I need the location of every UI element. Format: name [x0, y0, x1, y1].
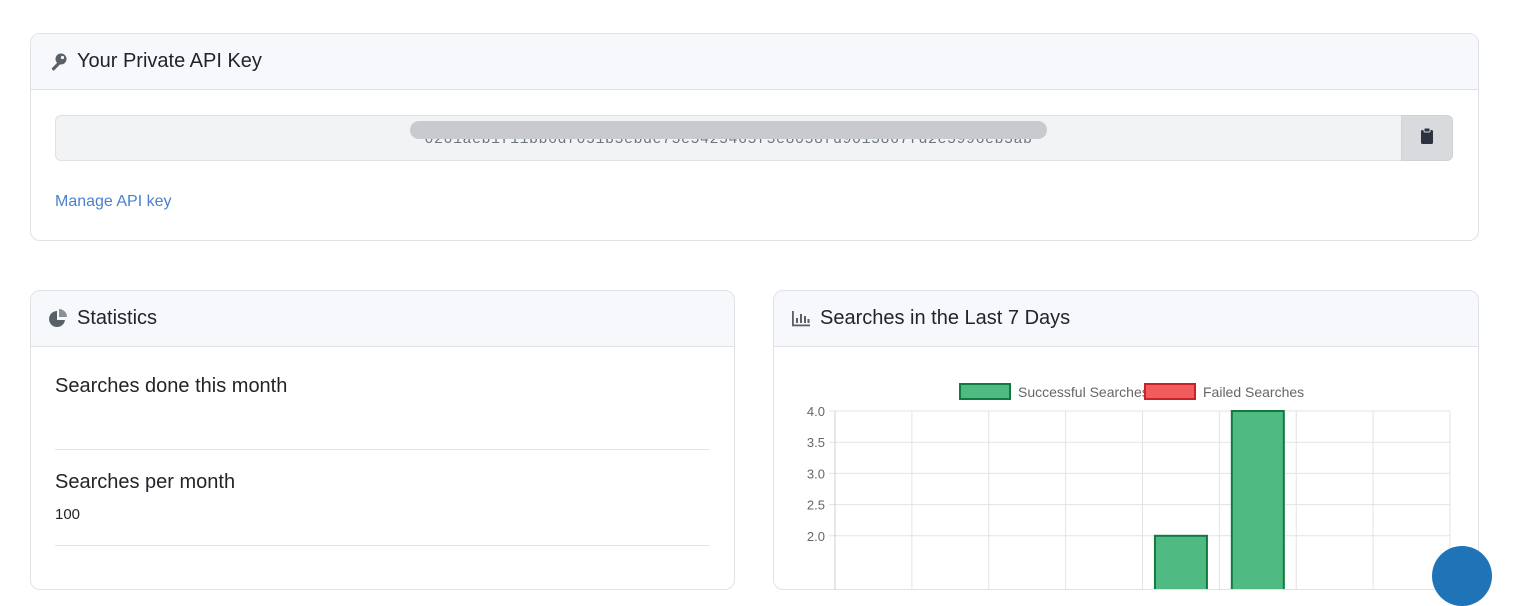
legend-swatch: [1144, 383, 1196, 400]
stat-label: Searches per month: [55, 471, 236, 493]
divider: [55, 545, 710, 546]
stat-searches-done: Searches done this month: [55, 375, 710, 410]
api-key-header: Your Private API Key: [31, 34, 1478, 90]
stat-searches-per-month: Searches per month 100: [55, 471, 710, 523]
pie-chart-icon: [47, 308, 69, 330]
key-icon: [47, 51, 69, 73]
statistics-title: Statistics: [77, 307, 158, 329]
api-key-input-group: 0201aeb1f11bb6df051b5ebde75e5425465f5e80…: [55, 115, 1453, 161]
api-key-redaction: [410, 121, 1047, 139]
api-key-title: Your Private API Key: [77, 50, 262, 72]
bar-chart-icon: [790, 308, 812, 330]
stat-label: Searches done this month: [55, 375, 288, 397]
stat-value: 100: [55, 506, 81, 523]
legend-label: Failed Searches: [1203, 384, 1304, 400]
searches-chart-header: Searches in the Last 7 Days: [774, 291, 1478, 347]
bar-successful: [1230, 410, 1285, 589]
y-tick-label: 4.0: [807, 404, 825, 419]
api-key-card: Your Private API Key 0201aeb1f11bb6df051…: [30, 33, 1479, 241]
y-tick-label: 2.5: [807, 498, 825, 513]
divider: [55, 449, 710, 450]
clipboard-icon: [1420, 127, 1434, 150]
y-tick-label: 3.0: [807, 466, 825, 481]
y-tick-label: 2.0: [807, 529, 825, 544]
legend-swatch: [959, 383, 1011, 400]
api-key-field[interactable]: 0201aeb1f11bb6df051b5ebde75e5425465f5e80…: [55, 115, 1401, 161]
searches-bar-chart: Successful Searches Failed Searches 4.0 3.5…: [807, 383, 1451, 589]
statistics-header: Statistics: [31, 291, 734, 347]
copy-key-button[interactable]: [1401, 115, 1453, 161]
y-tick-label: 3.5: [807, 435, 825, 450]
legend-label: Successful Searches: [1018, 384, 1149, 400]
statistics-card: Statistics Searches done this month Sear…: [30, 290, 735, 590]
searches-chart-card: Searches in the Last 7 Days Successful S…: [773, 290, 1479, 590]
bar-successful: [1153, 534, 1208, 589]
help-chat-button[interactable]: [1432, 546, 1492, 606]
searches-chart-title: Searches in the Last 7 Days: [820, 307, 1071, 329]
manage-api-key-link[interactable]: Manage API key: [55, 193, 172, 211]
